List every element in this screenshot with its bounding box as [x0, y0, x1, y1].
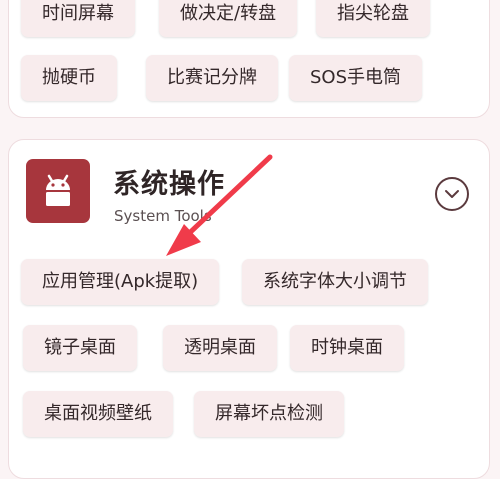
- tools-card-top: 时间屏幕 做决定/转盘 指尖轮盘 抛硬币 比赛记分牌 SOS手电筒: [8, 0, 490, 118]
- tool-chip-app-manager[interactable]: 应用管理(Apk提取): [21, 259, 220, 305]
- tool-chip-fingertip-wheel[interactable]: 指尖轮盘: [316, 0, 430, 37]
- section-subtitle: System Tools: [114, 207, 212, 225]
- tool-chip-scoreboard[interactable]: 比赛记分牌: [146, 55, 278, 101]
- tool-chip-clock-desktop[interactable]: 时钟桌面: [290, 325, 404, 371]
- tool-chip-decision-wheel[interactable]: 做决定/转盘: [159, 0, 298, 37]
- section-title: 系统操作: [113, 169, 225, 200]
- tool-chip-video-wallpaper[interactable]: 桌面视频壁纸: [23, 391, 173, 437]
- tool-chip-sos-flashlight[interactable]: SOS手电筒: [289, 55, 423, 101]
- tool-chip-font-size[interactable]: 系统字体大小调节: [242, 259, 428, 305]
- tool-chip-dead-pixel-test[interactable]: 屏幕坏点检测: [194, 391, 344, 437]
- tool-chip-transparent-desktop[interactable]: 透明桌面: [163, 325, 277, 371]
- tool-chip-time-screen[interactable]: 时间屏幕: [21, 0, 135, 37]
- chevron-down-circle-icon[interactable]: [435, 177, 469, 211]
- tool-chip-mirror-desktop[interactable]: 镜子桌面: [23, 325, 137, 371]
- system-tools-card: 系统操作 System Tools 应用管理(Apk提取) 系统字体大小调节 镜…: [8, 139, 490, 479]
- tool-chip-coin-flip[interactable]: 抛硬币: [21, 55, 117, 101]
- android-robot-icon: [26, 159, 90, 223]
